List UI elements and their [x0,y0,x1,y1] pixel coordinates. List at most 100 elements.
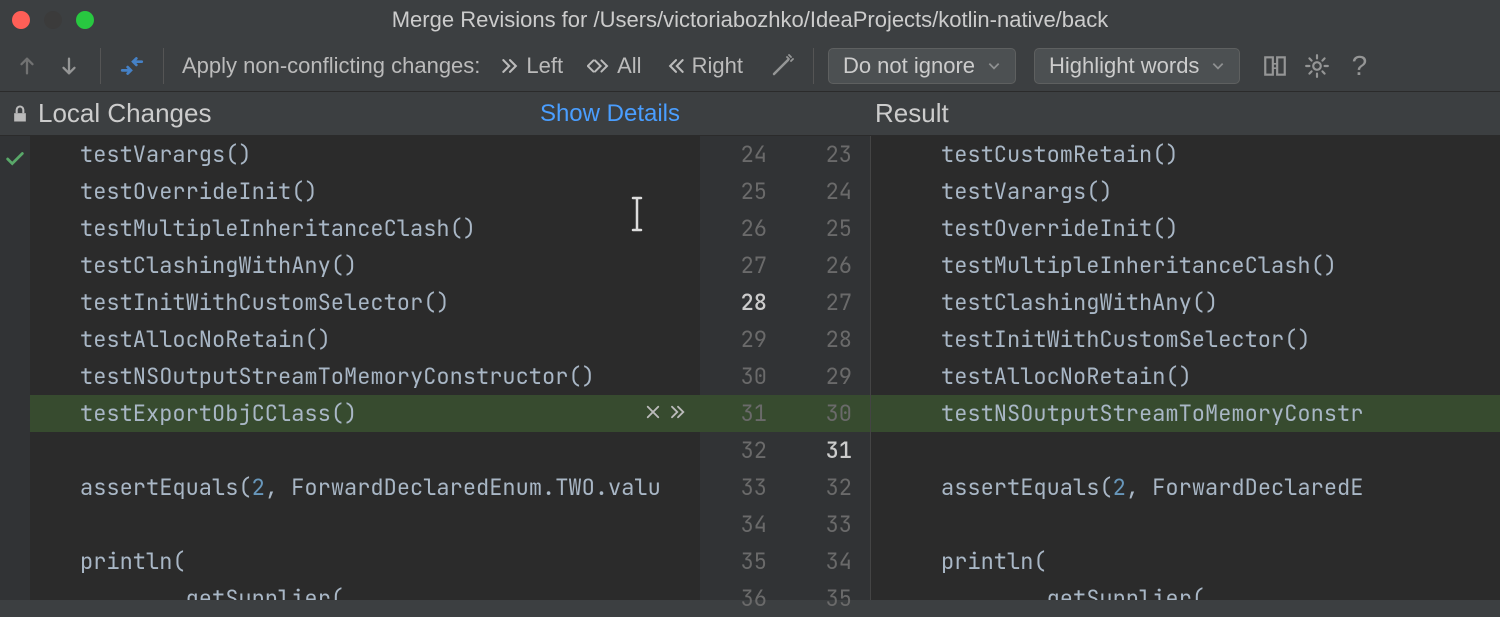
diff-code-area: testVarargs()testOverrideInit()testMulti… [0,136,1500,600]
validation-gutter [0,136,30,600]
code-line[interactable]: getSupplier( [30,580,700,600]
code-line[interactable]: getSupplier( [871,580,1500,600]
code-line[interactable]: testExportObjCClass() [30,395,700,432]
sync-scroll-icon[interactable] [1258,49,1292,83]
code-line[interactable]: testVarargs() [871,173,1500,210]
apply-left-label: Left [526,53,563,79]
line-number[interactable]: 33 [700,469,785,506]
ignore-dropdown-label: Do not ignore [843,53,975,79]
lock-icon [10,103,30,125]
line-number[interactable]: 26 [785,247,870,284]
line-number[interactable]: 28 [785,321,870,358]
result-title: Result [700,98,1500,129]
code-line[interactable]: testNSOutputStreamToMemoryConstructor() [30,358,700,395]
line-number[interactable]: 36 [700,580,785,617]
line-number[interactable]: 30 [700,358,785,395]
code-line[interactable]: assertEquals(2, ForwardDeclaredEnum.TWO.… [30,469,700,506]
close-window-button[interactable] [12,11,30,29]
merge-toolbar: Apply non-conflicting changes: Left All … [0,40,1500,92]
line-number[interactable]: 29 [785,358,870,395]
show-details-link[interactable]: Show Details [540,100,680,128]
line-number[interactable]: 25 [700,173,785,210]
line-number-gutter: 24252627282930313233343536 2324252627282… [700,136,870,600]
line-number[interactable]: 28 [700,284,785,321]
code-line[interactable] [30,432,700,469]
code-line[interactable]: testVarargs() [30,136,700,173]
code-line[interactable] [30,506,700,543]
local-changes-title: Local Changes [38,98,211,129]
separator [813,48,814,84]
apply-all-button[interactable]: All [579,51,649,81]
reject-change-icon[interactable] [644,395,662,432]
compare-icon[interactable] [115,49,149,83]
line-number[interactable]: 32 [785,469,870,506]
traffic-lights [12,11,94,29]
code-line[interactable]: println( [871,543,1500,580]
code-line[interactable]: testCustomRetain() [871,136,1500,173]
code-line[interactable]: testInitWithCustomSelector() [30,284,700,321]
code-line[interactable]: testOverrideInit() [871,210,1500,247]
line-number[interactable]: 33 [785,506,870,543]
line-number[interactable]: 24 [785,173,870,210]
titlebar: Merge Revisions for /Users/victoriabozhk… [0,0,1500,40]
code-line[interactable]: testMultipleInheritanceClash() [30,210,700,247]
code-line[interactable]: testMultipleInheritanceClash() [871,247,1500,284]
apply-label: Apply non-conflicting changes: [182,53,480,79]
code-line[interactable]: assertEquals(2, ForwardDeclaredE [871,469,1500,506]
line-number[interactable]: 34 [700,506,785,543]
code-line[interactable]: testNSOutputStreamToMemoryConstr [871,395,1500,432]
pane-headers: Local Changes Show Details Result [0,92,1500,136]
apply-right-button[interactable]: Right [658,51,751,81]
line-number[interactable]: 31 [700,395,785,432]
code-line[interactable]: testInitWithCustomSelector() [871,321,1500,358]
chevron-double-left-icon [666,56,686,76]
apply-right-label: Right [692,53,743,79]
window-title: Merge Revisions for /Users/victoriabozhk… [392,7,1109,33]
line-number[interactable]: 35 [700,543,785,580]
help-icon[interactable]: ? [1342,49,1376,83]
code-line[interactable]: testClashingWithAny() [30,247,700,284]
apply-all-label: All [617,53,641,79]
right-line-numbers: 23242526272829303132333435 [785,136,870,600]
highlight-dropdown-label: Highlight words [1049,53,1199,79]
prev-diff-icon[interactable] [10,49,44,83]
checkmark-icon [4,144,30,181]
text-cursor-icon [625,196,649,232]
magic-wand-icon[interactable] [765,49,799,83]
code-line[interactable]: testAllocNoRetain() [30,321,700,358]
chevron-down-icon [987,53,1001,79]
code-line[interactable]: testAllocNoRetain() [871,358,1500,395]
maximize-window-button[interactable] [76,11,94,29]
code-line[interactable]: testOverrideInit() [30,173,700,210]
line-number[interactable]: 24 [700,136,785,173]
separator [163,48,164,84]
line-number[interactable]: 35 [785,580,870,617]
line-number[interactable]: 27 [785,284,870,321]
left-code-pane[interactable]: testVarargs()testOverrideInit()testMulti… [30,136,700,600]
chevron-down-icon [1211,53,1225,79]
line-number[interactable]: 27 [700,247,785,284]
line-number[interactable]: 26 [700,210,785,247]
next-diff-icon[interactable] [52,49,86,83]
line-number[interactable]: 25 [785,210,870,247]
ignore-whitespace-dropdown[interactable]: Do not ignore [828,48,1016,84]
code-line[interactable] [871,506,1500,543]
line-number[interactable]: 34 [785,543,870,580]
minimize-window-button[interactable] [44,11,62,29]
apply-left-button[interactable]: Left [492,51,571,81]
separator [100,48,101,84]
gear-icon[interactable] [1300,49,1334,83]
line-number[interactable]: 29 [700,321,785,358]
right-code-pane[interactable]: testCustomRetain()testVarargs()testOverr… [870,136,1500,600]
code-line[interactable] [871,432,1500,469]
code-line[interactable]: println( [30,543,700,580]
highlight-dropdown[interactable]: Highlight words [1034,48,1240,84]
line-number[interactable]: 31 [785,432,870,469]
code-line[interactable]: testClashingWithAny() [871,284,1500,321]
line-number[interactable]: 23 [785,136,870,173]
line-number[interactable]: 30 [785,395,870,432]
left-line-numbers: 24252627282930313233343536 [700,136,785,600]
accept-change-icon[interactable] [668,395,688,432]
chevron-both-icon [587,56,611,76]
line-number[interactable]: 32 [700,432,785,469]
